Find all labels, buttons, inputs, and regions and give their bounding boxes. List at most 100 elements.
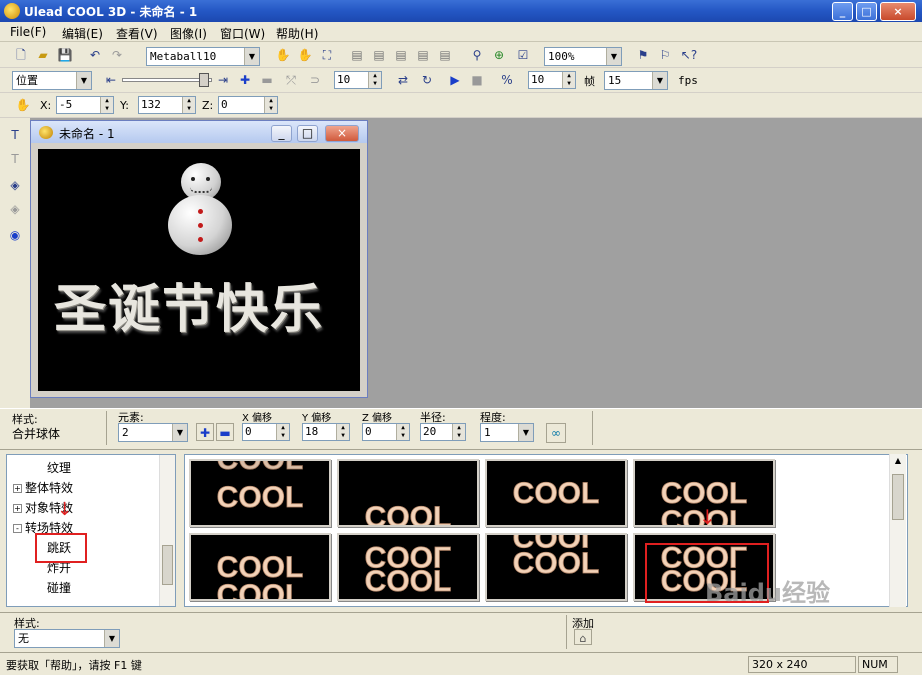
z-offset-value: 0 — [365, 425, 372, 438]
degree-select[interactable]: 1 ▼ — [480, 423, 534, 442]
elements-select[interactable]: 2 ▼ — [118, 423, 188, 442]
new-file-icon[interactable]: 🗋 — [12, 46, 30, 64]
spinner-arrows-icon[interactable]: ▲ ▼ — [452, 424, 465, 440]
context-help-icon[interactable]: ↖? — [680, 46, 698, 64]
spinner-arrows-icon[interactable]: ▲ ▼ — [182, 97, 195, 113]
layout-icon-5[interactable]: ▤ — [436, 46, 454, 64]
document-close-button[interactable]: × — [325, 125, 359, 142]
menu-view[interactable]: 查看(V) — [116, 25, 158, 42]
zoom-select[interactable]: 100% ▼ — [544, 47, 622, 66]
gallery-thumb[interactable]: COOLCOOL — [337, 533, 479, 601]
maximize-button[interactable]: □ — [856, 2, 877, 21]
attribute-select[interactable]: 位置 ▼ — [12, 71, 92, 90]
menu-help[interactable]: 帮助(H) — [276, 25, 318, 42]
menu-image[interactable]: 图像(I) — [170, 25, 207, 42]
chart-icon[interactable]: ☑ — [514, 46, 532, 64]
select-frame-icon[interactable]: ⛶ — [318, 46, 336, 64]
text-tool-icon[interactable]: T — [6, 126, 24, 144]
tree-collapse-icon[interactable]: - — [13, 524, 22, 533]
frame-count-input[interactable]: 10 ▲ ▼ — [334, 71, 382, 89]
layout-icon-1[interactable]: ▤ — [348, 46, 366, 64]
open-folder-icon[interactable]: ▰ — [34, 46, 52, 64]
preview-canvas[interactable]: 圣诞节快乐 — [38, 149, 360, 391]
x-offset-input[interactable]: 0 ▲ ▼ — [242, 423, 290, 441]
geometry-icon[interactable]: ◈ — [6, 200, 24, 218]
timeline-slider[interactable] — [122, 73, 212, 87]
gallery-scrollbar[interactable]: ▲ — [889, 454, 906, 607]
play-icon[interactable]: ▶ — [446, 71, 464, 89]
redo-icon[interactable]: ↷ — [108, 46, 126, 64]
hand-icon[interactable]: ✋ — [14, 96, 32, 114]
spinner-arrows-icon[interactable]: ▲ ▼ — [276, 424, 289, 440]
menu-edit[interactable]: 编辑(E) — [62, 25, 103, 42]
remove-keyframe-icon[interactable]: ▬ — [258, 71, 276, 89]
hand-move-icon[interactable]: ✋ — [274, 46, 292, 64]
tree-item-collide[interactable]: 碰撞 — [47, 579, 71, 596]
smooth-icon[interactable]: ⊃ — [306, 71, 324, 89]
render-icon[interactable]: ⚑ — [634, 46, 652, 64]
tree-expand-icon[interactable]: + — [13, 484, 22, 493]
light-icon[interactable]: ⚲ — [468, 46, 486, 64]
save-icon[interactable]: 💾 — [56, 46, 74, 64]
z-offset-input[interactable]: 0 ▲ ▼ — [362, 423, 410, 441]
edit-text-icon[interactable]: T — [6, 150, 24, 168]
y-offset-input[interactable]: 18 ▲ ▼ — [302, 423, 350, 441]
timeline-slider-thumb[interactable] — [199, 73, 209, 87]
tree-scrollbar-thumb[interactable] — [162, 545, 173, 585]
rotate-object-icon[interactable]: ✋ — [296, 46, 314, 64]
remove-element-icon[interactable]: ▬ — [216, 423, 234, 441]
y-position-input[interactable]: 132 ▲ ▼ — [138, 96, 196, 114]
spinner-arrows-icon[interactable]: ▲ ▼ — [336, 424, 349, 440]
loop-icon[interactable]: ⇄ — [394, 71, 412, 89]
gallery-thumb[interactable]: COOL — [337, 459, 479, 527]
globe-icon[interactable]: ⊕ — [490, 46, 508, 64]
fps-select[interactable]: 15 ▼ — [604, 71, 668, 90]
gallery-thumb[interactable]: COOLCOOL — [189, 533, 331, 601]
gallery-scrollbar-thumb[interactable] — [892, 474, 904, 520]
shape-icon[interactable]: ◉ — [6, 226, 24, 244]
close-button[interactable]: × — [880, 2, 916, 21]
document-maximize-button[interactable]: □ — [297, 125, 318, 142]
metaball-icon[interactable]: ∞ — [546, 423, 566, 443]
effect-select[interactable]: Metaball10 ▼ — [146, 47, 260, 66]
timeline-end-icon[interactable]: ⇥ — [214, 71, 232, 89]
spinner-arrows-icon[interactable]: ▲ ▼ — [368, 72, 381, 88]
percent-icon[interactable]: % — [498, 71, 516, 89]
spinner-arrows-icon[interactable]: ▲ ▼ — [100, 97, 113, 113]
tree-expand-icon[interactable]: + — [13, 504, 22, 513]
timeline-start-icon[interactable]: ⇤ — [102, 71, 120, 89]
keyframe-input[interactable]: 10 ▲ ▼ — [528, 71, 576, 89]
tree-item-global-effects[interactable]: + 整体特效 — [13, 479, 73, 496]
bottom-style-select[interactable]: 无 ▼ — [14, 629, 120, 648]
layout-icon-3[interactable]: ▤ — [392, 46, 410, 64]
menu-window[interactable]: 窗口(W) — [220, 25, 265, 42]
reverse-keyframe-icon[interactable]: ⤱ — [282, 71, 300, 89]
gallery-thumb[interactable]: COOLCOOL — [189, 459, 331, 527]
stop-icon[interactable]: ■ — [468, 71, 486, 89]
tree-item-texture[interactable]: 纹理 — [47, 459, 71, 476]
document-minimize-button[interactable]: _ — [271, 125, 292, 142]
undo-icon[interactable]: ↶ — [86, 46, 104, 64]
minimize-button[interactable]: _ — [832, 2, 853, 21]
spinner-arrows-icon[interactable]: ▲ ▼ — [396, 424, 409, 440]
layout-icon-2[interactable]: ▤ — [370, 46, 388, 64]
x-position-input[interactable]: -5 ▲ ▼ — [56, 96, 114, 114]
menu-file[interactable]: File(F) — [10, 25, 46, 39]
add-style-icon[interactable]: ⌂ — [574, 629, 592, 645]
insert-object-icon[interactable]: ◈ — [6, 176, 24, 194]
tree-scrollbar[interactable] — [159, 455, 175, 606]
document-window[interactable]: 未命名 - 1 _ □ × 圣诞节快乐 — [30, 120, 368, 398]
spinner-arrows-icon[interactable]: ▲ ▼ — [264, 97, 277, 113]
gallery-thumb[interactable]: COOLCOOL — [485, 533, 627, 601]
radius-input[interactable]: 20 ▲ ▼ — [420, 423, 466, 441]
add-element-icon[interactable]: ✚ — [196, 423, 214, 441]
scroll-up-icon[interactable]: ▲ — [891, 454, 905, 468]
spinner-arrows-icon[interactable]: ▲ ▼ — [562, 72, 575, 88]
gallery-thumb[interactable]: COOL — [485, 459, 627, 527]
layout-icon-4[interactable]: ▤ — [414, 46, 432, 64]
repeat-icon[interactable]: ↻ — [418, 71, 436, 89]
export-icon[interactable]: ⚐ — [656, 46, 674, 64]
document-title-bar[interactable]: 未命名 - 1 _ □ × — [31, 121, 367, 143]
z-position-input[interactable]: 0 ▲ ▼ — [218, 96, 278, 114]
add-keyframe-icon[interactable]: ✚ — [236, 71, 254, 89]
